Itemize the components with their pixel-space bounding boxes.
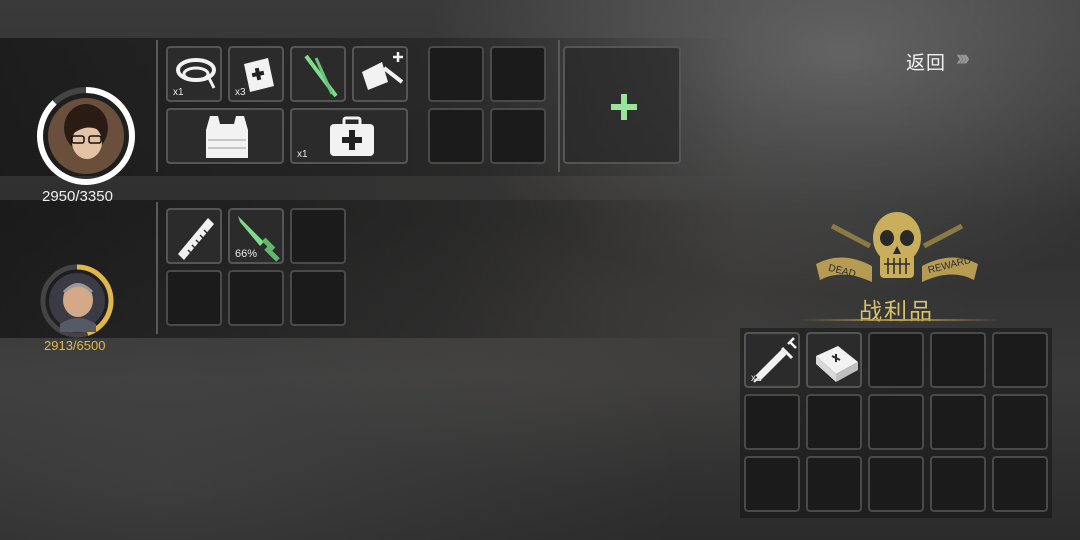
loot-slot-1[interactable]: x1 [744,332,800,388]
loot-empty-slot[interactable] [868,332,924,388]
inventory-1-empty-slot[interactable] [428,46,484,102]
dead-reward-emblem: DEAD REWARD [812,206,982,296]
loot-empty-slot[interactable] [744,456,800,512]
inventory-1-slot-4[interactable] [352,46,408,102]
inventory-2-slot-1[interactable] [166,208,222,264]
loot-empty-slot[interactable] [744,394,800,450]
loot-empty-slot[interactable] [930,394,986,450]
inventory-1-slot-1[interactable]: x1 [166,46,222,102]
slot-qty: x1 [173,87,184,98]
loot-empty-slot[interactable] [930,332,986,388]
loot-empty-slot[interactable] [992,394,1048,450]
character-1-avatar[interactable] [34,84,138,188]
inventory-1-slot-6[interactable]: x1 [290,108,408,164]
plus-icon [611,94,637,120]
loot-slot-2[interactable] [806,332,862,388]
bandage-pack-icon [816,346,858,382]
loot-empty-slot[interactable] [992,456,1048,512]
loot-empty-slot[interactable] [930,456,986,512]
loot-empty-slot[interactable] [868,394,924,450]
inventory-2-empty-slot[interactable] [290,270,346,326]
loot-empty-slot[interactable] [806,394,862,450]
inventory-2-empty-slot[interactable] [290,208,346,264]
loot-empty-slot[interactable] [992,332,1048,388]
comb-icon [178,218,214,260]
character-2-hp: 2913/6500 [44,338,106,353]
chevron-triple-right-icon[interactable]: ››› [956,45,970,71]
hp-ring-1 [37,87,135,185]
slot-qty: x3 [235,87,246,98]
herb-icon [304,54,338,98]
inventory-2-empty-slot[interactable] [228,270,284,326]
back-button[interactable]: 返回 [906,48,946,75]
inventory-1-slot-3[interactable] [290,46,346,102]
loot-empty-slot[interactable] [868,456,924,512]
inventory-1-empty-slot[interactable] [490,46,546,102]
body-armor-icon [206,116,248,158]
durability-label: 66% [235,248,258,260]
slot-qty: x1 [751,373,762,384]
inventory-1-slot-5[interactable] [166,108,284,164]
skull-emblem-icon: DEAD REWARD [816,212,978,282]
character-1-hp: 2950/3350 [42,188,113,205]
crafting-tool-icon [362,52,404,90]
first-aid-kit-icon [330,116,374,156]
inventory-1-empty-slot[interactable] [490,108,546,164]
character-2-avatar[interactable] [38,262,116,340]
inventory-2-empty-slot[interactable] [166,270,222,326]
add-slot-button[interactable] [563,46,681,164]
inventory-1-slot-2[interactable]: x3 [228,46,284,102]
inventory-1-empty-slot[interactable] [428,108,484,164]
hp-ring-2 [40,264,114,338]
inventory-2-slot-2[interactable]: 66% [228,208,284,264]
loot-divider [800,319,1000,321]
loot-empty-slot[interactable] [806,456,862,512]
slot-qty: x1 [297,149,308,160]
